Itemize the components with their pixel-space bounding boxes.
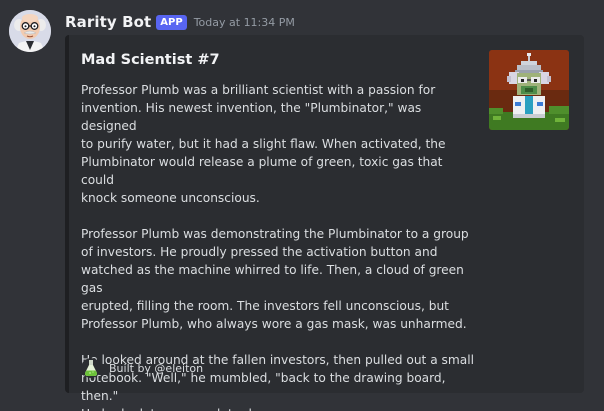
embed-title: Mad Scientist #7 — [81, 52, 220, 68]
message-header: Rarity Bot APP Today at 11:34 PM — [65, 11, 295, 33]
rich-embed: Mad Scientist #7 Professor Plumb was a b… — [65, 35, 584, 411]
footer-text: Built by @eleiton — [109, 361, 204, 375]
app-badge: APP — [156, 14, 187, 30]
embed-thumbnail[interactable] — [489, 50, 569, 130]
pixel-scientist-nft-image — [489, 50, 569, 130]
bot-avatar[interactable] — [9, 10, 51, 52]
scientist-avatar-icon — [9, 10, 51, 52]
message-timestamp[interactable]: Today at 11:34 PM — [194, 16, 295, 29]
embed-paragraph: Professor Plumb was a brilliant scientis… — [81, 83, 446, 205]
embed-paragraph: Professor Plumb was demonstrating the Pl… — [81, 227, 469, 331]
bot-username[interactable]: Rarity Bot — [65, 13, 151, 31]
green-potion-flask-icon — [81, 358, 101, 378]
footer-icon — [81, 358, 101, 378]
embed-footer: Built by @eleiton — [81, 358, 203, 378]
chat-message: Rarity Bot APP Today at 11:34 PM Mad Sci… — [0, 0, 604, 411]
